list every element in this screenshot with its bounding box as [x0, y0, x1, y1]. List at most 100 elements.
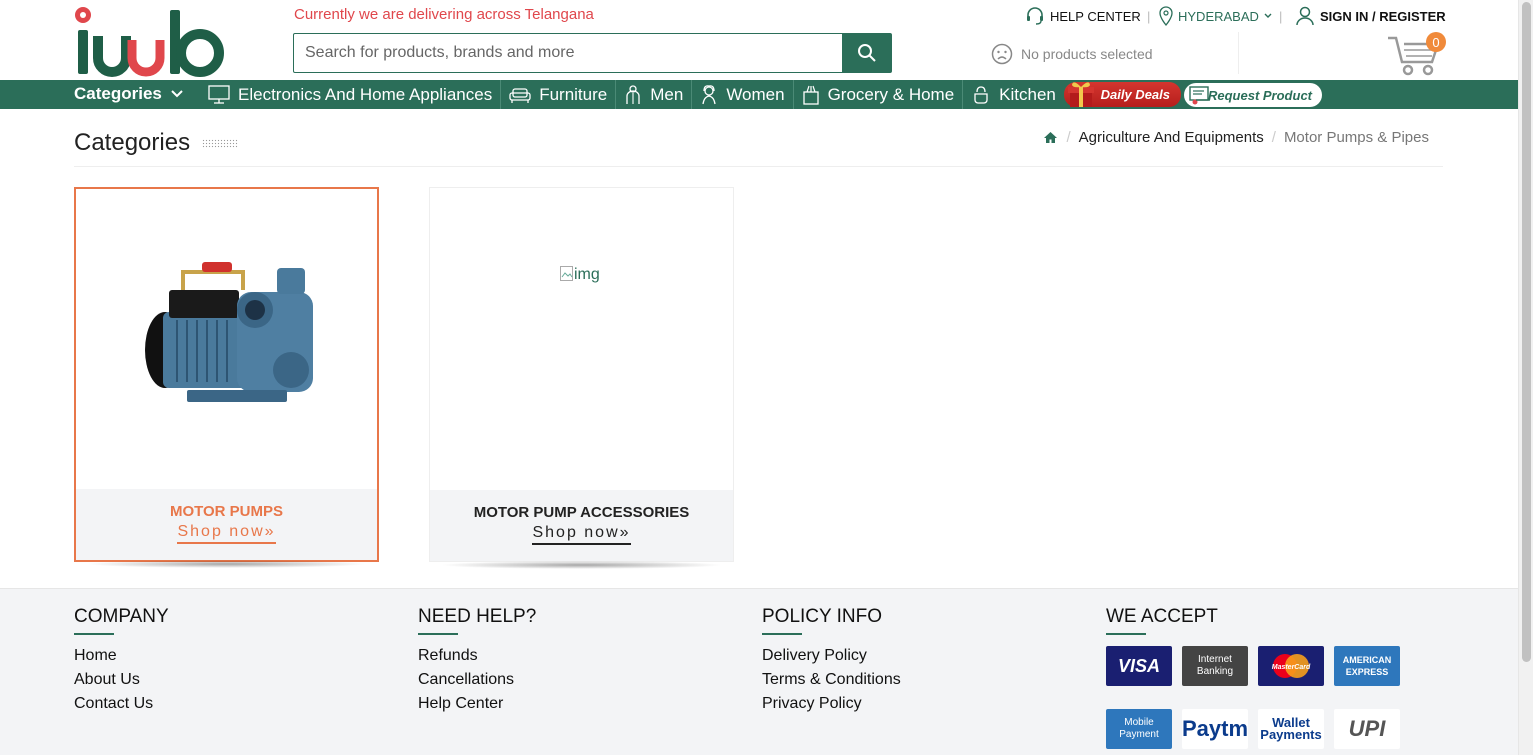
breadcrumb-separator: /	[1066, 129, 1071, 146]
divider	[74, 166, 1443, 167]
compare-status: No products selected	[991, 43, 1153, 65]
user-icon	[1296, 6, 1314, 26]
breadcrumb: / Agriculture And Equipments / Motor Pum…	[1043, 129, 1429, 146]
page-title-label: Categories	[74, 129, 191, 156]
footer-link-contact[interactable]: Contact Us	[74, 692, 169, 716]
scrollbar-thumb[interactable]	[1522, 2, 1531, 662]
card-shadow	[440, 561, 723, 569]
grocery-bag-icon	[802, 85, 819, 105]
chevron-down-icon	[1264, 13, 1272, 18]
nav-item-label: Men	[650, 84, 684, 104]
gift-icon	[1068, 82, 1094, 107]
divider	[1238, 32, 1239, 74]
broken-image-icon	[560, 266, 573, 281]
card-shadow	[86, 560, 367, 568]
card-footer: MOTOR PUMP ACCESSORIES Shop now»	[430, 490, 733, 561]
footer-company: COMPANY Home About Us Contact Us	[74, 606, 169, 716]
ihub-logo[interactable]	[74, 6, 230, 78]
headset-icon	[1027, 7, 1043, 25]
footer-heading: COMPANY	[74, 606, 169, 627]
footer-link-privacy[interactable]: Privacy Policy	[762, 692, 901, 716]
sign-in-link[interactable]: SIGN IN / REGISTER	[1295, 5, 1446, 27]
breadcrumb-parent[interactable]: Agriculture And Equipments	[1079, 129, 1264, 146]
search-input[interactable]	[294, 34, 842, 72]
chevron-down-icon	[171, 90, 183, 98]
heading-underline	[1106, 633, 1146, 635]
page-title: Categories	[74, 129, 239, 157]
shop-now-link[interactable]: Shop now»	[532, 524, 631, 545]
search-button[interactable]	[842, 34, 891, 72]
delivery-notice: Currently we are delivering across Telan…	[294, 6, 594, 23]
mastercard-icon: MasterCard	[1272, 654, 1311, 678]
breadcrumb-separator: /	[1271, 129, 1276, 146]
cart-button[interactable]: 0	[1386, 30, 1446, 78]
footer-policy: POLICY INFO Delivery Policy Terms & Cond…	[762, 606, 901, 716]
no-products-label: No products selected	[1021, 46, 1153, 62]
mastercard-text: MasterCard	[1272, 664, 1311, 671]
nav-item-women[interactable]: Women	[691, 80, 792, 109]
footer-link-home[interactable]: Home	[74, 644, 169, 668]
motor-pump-image	[144, 262, 313, 402]
cart-count-badge: 0	[1426, 32, 1446, 52]
request-product-icon	[1189, 86, 1210, 105]
title-dots-decoration	[202, 138, 239, 148]
nav-item-electronics[interactable]: Electronics And Home Appliances	[200, 80, 500, 109]
shop-now-link[interactable]: Shop now»	[177, 523, 276, 544]
categories-menu[interactable]: Categories	[74, 84, 184, 104]
nav-item-label: Women	[726, 84, 785, 104]
page: { "header": { "logo_text": "ihub", "deli…	[0, 0, 1533, 755]
page-scrollbar[interactable]	[1518, 0, 1533, 755]
search-icon	[857, 44, 876, 62]
nav-item-label: Furniture	[539, 84, 608, 104]
sad-face-icon	[991, 43, 1013, 65]
heading-underline	[418, 633, 458, 635]
nav-item-label: Electronics And Home Appliances	[238, 84, 493, 104]
woman-icon	[702, 84, 716, 104]
footer-link-delivery-policy[interactable]: Delivery Policy	[762, 644, 901, 668]
daily-deals-button[interactable]: Daily Deals	[1064, 82, 1181, 107]
category-card-motor-pump-accessories[interactable]: img MOTOR PUMP ACCESSORIES Shop now»	[429, 187, 734, 569]
nav-item-kitchen[interactable]: Kitchen	[962, 80, 1064, 109]
help-center-label: HELP CENTER	[1050, 8, 1141, 24]
category-name[interactable]: MOTOR PUMPS	[76, 503, 377, 520]
footer-link-refunds[interactable]: Refunds	[418, 644, 536, 668]
paytm-logo: Paytm	[1182, 709, 1248, 749]
footer-heading: POLICY INFO	[762, 606, 883, 627]
footer-link-cancellations[interactable]: Cancellations	[418, 668, 536, 692]
wallet-payments-logo: Wallet Payments	[1258, 709, 1324, 749]
divider: |	[1147, 9, 1151, 24]
breadcrumb-current: Motor Pumps & Pipes	[1283, 129, 1429, 146]
search-bar	[293, 33, 892, 73]
nav-item-furniture[interactable]: Furniture	[500, 80, 615, 109]
city-selector[interactable]: HYDERABAD	[1159, 5, 1273, 27]
nav-item-label: Kitchen	[999, 84, 1056, 104]
heading-underline	[74, 633, 114, 635]
daily-deals-label: Daily Deals	[1100, 87, 1170, 102]
nav-item-men[interactable]: Men	[615, 80, 691, 109]
home-icon[interactable]	[1043, 131, 1058, 144]
heading-underline	[762, 633, 802, 635]
city-label: HYDERABAD	[1178, 8, 1259, 24]
sign-in-label: SIGN IN / REGISTER	[1320, 8, 1446, 24]
request-product-button[interactable]: Request Product	[1184, 83, 1322, 107]
category-name[interactable]: MOTOR PUMP ACCESSORIES	[430, 504, 733, 521]
monitor-icon	[208, 84, 230, 104]
category-card-motor-pumps[interactable]: MOTOR PUMPS Shop now»	[74, 187, 379, 568]
visa-logo: VISA	[1106, 646, 1172, 686]
category-image[interactable]	[76, 189, 377, 491]
footer-help: NEED HELP? Refunds Cancellations Help Ce…	[418, 606, 536, 716]
sofa-icon	[509, 87, 531, 103]
internet-banking-logo: Internet Banking	[1182, 646, 1248, 686]
footer-link-terms[interactable]: Terms & Conditions	[762, 668, 901, 692]
nav-item-grocery[interactable]: Grocery & Home	[792, 80, 963, 109]
category-image[interactable]: img	[430, 188, 733, 490]
mobile-payment-logo: Mobile Payment	[1106, 709, 1172, 749]
man-icon	[626, 84, 640, 104]
footer-link-about[interactable]: About Us	[74, 668, 169, 692]
footer-accept: WE ACCEPT	[1106, 606, 1218, 635]
footer-link-help-center[interactable]: Help Center	[418, 692, 536, 716]
card-footer: MOTOR PUMPS Shop now»	[76, 489, 377, 560]
help-center-link[interactable]: HELP CENTER	[1025, 5, 1141, 27]
request-product-label: Request Product	[1207, 87, 1312, 103]
location-pin-icon	[1159, 6, 1173, 26]
